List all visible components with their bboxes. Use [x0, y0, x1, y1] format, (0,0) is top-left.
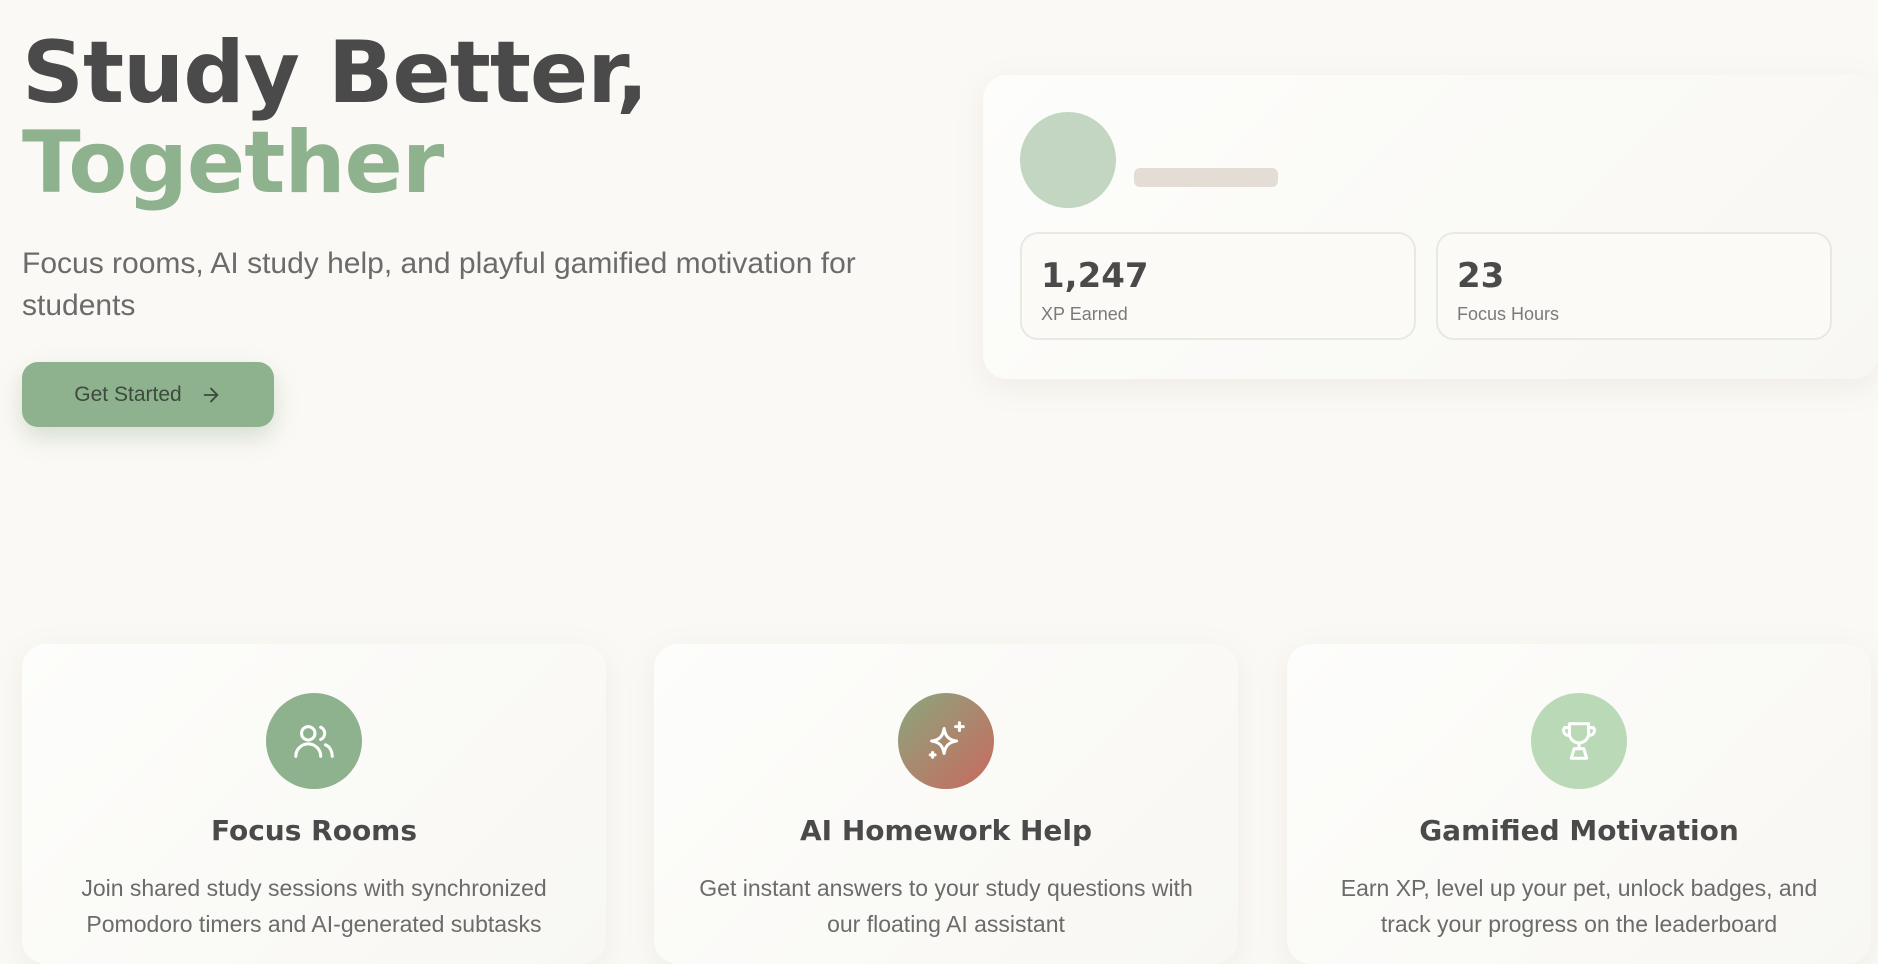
users-icon — [266, 693, 362, 789]
hero-title: Study Better, Together — [22, 23, 649, 213]
arrow-right-icon — [203, 387, 219, 402]
feature-title: Focus Rooms — [210, 814, 418, 847]
feature-description: Join shared study sessions with synchron… — [81, 875, 547, 937]
stat-xp-earned: 1,247 XP Earned — [1020, 232, 1416, 340]
feature-card-gamified-motivation: Gamified Motivation Earn XP, level up yo… — [1287, 644, 1871, 964]
feature-card-ai-homework-help: AI Homework Help Get instant answers to … — [654, 644, 1238, 964]
feature-title: AI Homework Help — [799, 814, 1093, 847]
hero-title-line1: Study Better, — [22, 23, 649, 123]
sparkle-icon — [898, 693, 994, 789]
name-placeholder — [1134, 168, 1278, 187]
trophy-icon — [1531, 693, 1627, 789]
profile-preview-card: 1,247 XP Earned 23 Focus Hours — [983, 75, 1878, 379]
feature-card-focus-rooms: Focus Rooms Join shared study sessions w… — [22, 644, 606, 964]
hero-title-line2: Together — [22, 113, 444, 213]
stat-focus-hours: 23 Focus Hours — [1436, 232, 1832, 340]
feature-description: Get instant answers to your study questi… — [699, 875, 1193, 937]
feature-title: Gamified Motivation — [1419, 814, 1739, 847]
feature-description: Earn XP, level up your pet, unlock badge… — [1340, 875, 1818, 937]
get-started-button[interactable]: Get Started — [22, 362, 274, 427]
hero-subtitle: Focus rooms, AI study help, and playful … — [22, 247, 856, 322]
stat-label: XP Earned — [1041, 304, 1128, 324]
avatar — [1020, 112, 1116, 208]
stat-value: 23 — [1457, 256, 1505, 296]
get-started-label: Get Started — [74, 382, 182, 406]
stat-value: 1,247 — [1041, 256, 1149, 296]
stat-label: Focus Hours — [1457, 304, 1560, 324]
